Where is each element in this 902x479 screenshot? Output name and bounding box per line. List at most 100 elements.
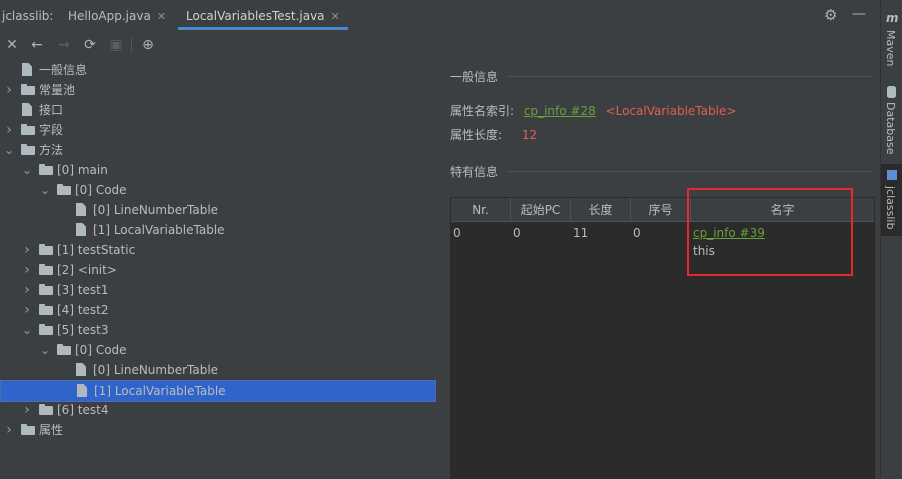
file-icon [76, 223, 86, 236]
close-icon[interactable]: ✕ [331, 10, 340, 23]
hide-panel-icon[interactable]: — [852, 6, 866, 22]
close-icon[interactable]: ✕ [157, 10, 166, 23]
collapse-arrow-icon[interactable]: ⌄ [40, 340, 50, 360]
length-label: 属性长度: [450, 128, 503, 142]
tree-node-label: [0] Code [75, 183, 127, 197]
tree-node[interactable]: › [3] test1 [0, 280, 438, 300]
tree-node[interactable]: › 字段 [0, 120, 438, 140]
right-tool-sidebar: m Maven Database jclasslib [880, 0, 902, 477]
toolbar: ✕ ← → ⟳ ▣ ⊕ [0, 32, 880, 58]
folder-icon [39, 284, 53, 295]
tree-node[interactable]: › 属性 [0, 420, 438, 440]
folder-icon [57, 184, 71, 195]
name-index-value: <LocalVariableTable> [605, 104, 737, 118]
tree-node[interactable]: ⌄ [0] main [0, 160, 438, 180]
tab-localvariablestest[interactable]: LocalVariablesTest.java ✕ [178, 0, 348, 30]
expand-arrow-icon[interactable]: › [22, 400, 32, 420]
name-index-label: 属性名索引: [450, 104, 515, 118]
folder-icon [21, 144, 35, 155]
tree-node[interactable]: 一般信息 [0, 60, 438, 80]
tool-window-title: jclasslib: [2, 9, 54, 23]
tree-node[interactable]: [0] LineNumberTable [0, 200, 438, 220]
column-header-nr[interactable]: Nr. [451, 198, 511, 222]
tree-node[interactable]: › [4] test2 [0, 300, 438, 320]
tree-node-label: 字段 [39, 123, 64, 137]
web-icon[interactable]: ⊕ [139, 36, 157, 54]
cell-start-pc: 0 [513, 226, 521, 240]
column-header-length[interactable]: 长度 [571, 198, 631, 222]
tree-node[interactable]: › 常量池 [0, 80, 438, 100]
column-header-start-pc[interactable]: 起始PC [511, 198, 571, 222]
file-icon [22, 103, 32, 116]
tree-node[interactable]: › [1] testStatic [0, 240, 438, 260]
forward-arrow-icon[interactable]: → [55, 36, 73, 54]
highlight-box [687, 188, 853, 276]
back-arrow-icon[interactable]: ← [28, 36, 46, 54]
gear-icon[interactable]: ⚙ [824, 6, 842, 24]
folder-icon [39, 324, 53, 335]
class-structure-tree: 一般信息 › 常量池 接口 › 字段 ⌄ 方法 ⌄ [0] main ⌄ [0] Code [0] Li… [0, 58, 440, 477]
file-icon [22, 63, 32, 76]
cell-index: 0 [633, 226, 641, 240]
collapse-arrow-icon[interactable]: ⌄ [22, 320, 32, 340]
save-icon[interactable]: ▣ [107, 36, 125, 54]
length-value: 12 [521, 128, 538, 142]
tree-node[interactable]: › [2] <init> [0, 260, 438, 280]
tab-label: LocalVariablesTest.java [186, 9, 325, 23]
tree-node[interactable]: ⌄ [5] test3 [0, 320, 438, 340]
folder-icon [39, 244, 53, 255]
tree-node-label: [0] LineNumberTable [93, 203, 219, 217]
tree-node-label: 方法 [39, 143, 64, 157]
collapse-arrow-icon[interactable]: ⌄ [4, 140, 14, 160]
editor-tab-bar: jclasslib: HelloApp.java ✕ LocalVariables… [0, 0, 880, 33]
sidebar-tab-label: jclasslib [884, 186, 897, 230]
expand-arrow-icon[interactable]: › [22, 240, 32, 260]
folder-icon [21, 424, 35, 435]
tree-node-label: [0] main [57, 163, 108, 177]
tree-node[interactable]: ⌄ [0] Code [0, 180, 438, 200]
expand-arrow-icon[interactable]: › [4, 420, 14, 440]
tree-node[interactable]: [1] LocalVariableTable [0, 220, 438, 240]
tab-helloapp[interactable]: HelloApp.java ✕ [60, 0, 174, 30]
expand-arrow-icon[interactable]: › [22, 280, 32, 300]
tree-node-label: [1] LocalVariableTable [93, 223, 225, 237]
folder-icon [39, 264, 53, 275]
folder-icon [57, 344, 71, 355]
tree-node-label: [2] <init> [57, 263, 117, 277]
sidebar-tab-label: Maven [884, 30, 897, 67]
expand-arrow-icon[interactable]: › [4, 120, 14, 140]
expand-arrow-icon[interactable]: › [22, 260, 32, 280]
tab-label: HelloApp.java [68, 9, 151, 23]
close-icon[interactable]: ✕ [3, 36, 21, 54]
tree-node[interactable]: 接口 [0, 100, 438, 120]
file-icon [77, 384, 87, 397]
expand-arrow-icon[interactable]: › [4, 80, 14, 100]
tree-node[interactable]: [0] LineNumberTable [0, 360, 438, 380]
sidebar-tab-maven[interactable]: m Maven [881, 8, 902, 76]
toolbar-separator [131, 38, 132, 52]
folder-icon [39, 404, 53, 415]
database-icon [887, 86, 896, 98]
collapse-arrow-icon[interactable]: ⌄ [40, 180, 50, 200]
sidebar-tab-jclasslib[interactable]: jclasslib [881, 164, 902, 236]
name-index-link[interactable]: cp_info #28 [524, 104, 596, 118]
expand-arrow-icon[interactable]: › [22, 300, 32, 320]
tree-node-label: 属性 [39, 423, 64, 437]
sidebar-tab-label: Database [884, 102, 897, 155]
collapse-arrow-icon[interactable]: ⌄ [22, 160, 32, 180]
tree-node[interactable]: ⌄ 方法 [0, 140, 438, 160]
tree-node-label: [0] Code [75, 343, 127, 357]
refresh-icon[interactable]: ⟳ [81, 36, 99, 54]
cell-length: 11 [573, 226, 589, 240]
tree-node[interactable]: › [6] test4 [0, 400, 438, 420]
sidebar-tab-database[interactable]: Database [881, 80, 902, 160]
tree-node-label: 一般信息 [39, 63, 88, 77]
jclasslib-icon [887, 170, 897, 180]
folder-icon [21, 124, 35, 135]
folder-icon [21, 84, 35, 95]
general-info-heading: 一般信息 [450, 70, 499, 84]
column-header-index[interactable]: 序号 [631, 198, 691, 222]
tree-node[interactable]: ⌄ [0] Code [0, 340, 438, 360]
specific-info-heading: 特有信息 [450, 165, 499, 179]
tree-node[interactable]: [1] LocalVariableTable [0, 380, 436, 402]
